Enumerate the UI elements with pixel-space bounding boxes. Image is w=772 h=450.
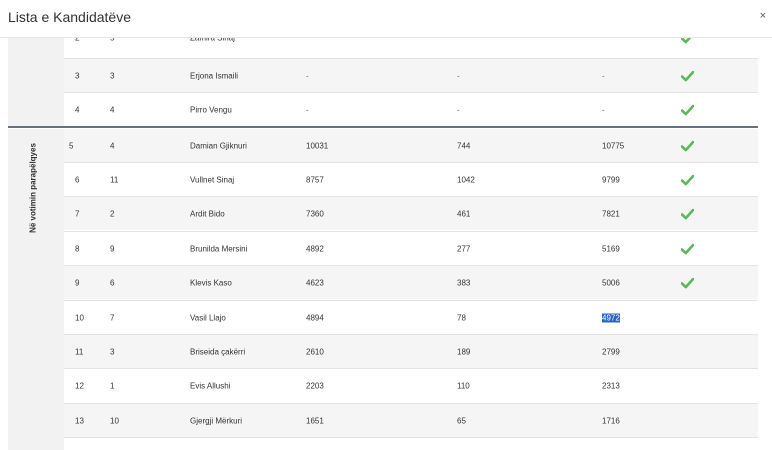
votes-other: 461	[457, 209, 471, 218]
table-row: 2 5 Zamira Sinaj	[64, 38, 758, 55]
group-panel-top	[8, 38, 64, 127]
votes-other: -	[457, 105, 460, 114]
votes-total: 5006	[602, 278, 620, 287]
row-number: 8	[75, 244, 80, 253]
table-row: 6 11 Vullnet Sinaj 8757 1042 9799	[64, 162, 758, 196]
preferential-vote-label: Në votimin parapëlqyes	[27, 138, 39, 238]
candidate-name: Brunilda Mersini	[190, 244, 248, 253]
votes-preferential: 4892	[306, 244, 324, 253]
row-number: 4	[75, 105, 80, 114]
table-row: 145Endri Huseni1529961625	[64, 437, 758, 450]
checkmark-icon	[681, 140, 694, 152]
table-row: 7 2 Ardit Bido 7360 461 7821	[64, 196, 758, 230]
table-row: 12 1 Evis Allushi 2203 110 2313	[64, 368, 758, 402]
modal-title: Lista e Kandidatëve	[8, 9, 131, 25]
candidate-name: Damian Gjiknuri	[190, 141, 247, 151]
checkmark-icon	[681, 277, 694, 288]
votes-preferential: -	[306, 71, 309, 80]
table-row: 4 4 Pirro Vengu - - -	[64, 92, 758, 126]
votes-preferential: 1651	[306, 416, 324, 425]
votes-preferential: 7360	[306, 209, 324, 218]
votes-preferential: 2610	[306, 347, 324, 356]
table-row: 5 4 Damian Gjiknuri 10031 744 10775	[64, 129, 758, 163]
list-number: 1	[110, 381, 115, 390]
votes-preferential: 8757	[306, 175, 324, 184]
votes-other: 78	[457, 313, 466, 322]
votes-total: 9799	[602, 175, 620, 184]
votes-other: -	[457, 71, 460, 80]
list-number: 3	[110, 71, 115, 80]
row-number: 6	[75, 175, 80, 184]
candidate-name: Zamira Sinaj	[190, 38, 235, 43]
list-number: 2	[110, 209, 115, 218]
row-number: 3	[75, 71, 80, 80]
row-number: 13	[75, 416, 84, 425]
votes-total: 2313	[602, 381, 620, 390]
preferential-vote-label-text: Në votimin parapëlqyes	[28, 143, 38, 233]
row-number: 5	[69, 141, 74, 151]
candidate-name: Gjergji Mërkuri	[190, 416, 243, 425]
checkmark-icon	[681, 208, 694, 219]
list-number: 9	[110, 244, 115, 253]
table-row: 10 7 Vasil Llajo 4894 78 4972	[64, 300, 758, 334]
votes-total: 1716	[602, 416, 620, 425]
votes-total: 7821	[602, 209, 620, 218]
modal-header: Lista e Kandidatëve ×	[0, 0, 772, 38]
list-number: 7	[110, 313, 115, 322]
candidate-name: Briseida çakërri	[190, 347, 246, 356]
checkmark-icon	[681, 104, 694, 115]
votes-total: 10775	[602, 141, 625, 151]
candidate-name: Vasil Llajo	[190, 313, 226, 322]
group-separator	[8, 126, 758, 128]
list-number: 10	[110, 416, 119, 425]
votes-preferential: 2203	[306, 381, 324, 390]
candidate-name: Erjona Ismaili	[190, 71, 239, 80]
votes-preferential: 10031	[306, 141, 329, 151]
votes-other: 383	[457, 278, 471, 287]
votes-other: 65	[457, 416, 466, 425]
list-number: 5	[110, 38, 115, 43]
votes-preferential: -	[306, 105, 309, 114]
table-row: 3 3 Erjona Ismaili - - -	[64, 58, 758, 92]
list-number: 6	[110, 278, 115, 287]
list-number: 11	[110, 175, 119, 184]
checkmark-icon	[681, 38, 694, 44]
list-number: 4	[110, 105, 115, 114]
table-row: 11 3 Briseida çakërri 2610 189 2799	[64, 334, 758, 368]
votes-other: 110	[457, 381, 470, 390]
row-number: 2	[75, 38, 80, 43]
votes-total: 2799	[602, 347, 620, 356]
close-button[interactable]: ×	[760, 10, 766, 22]
votes-other: 277	[457, 244, 471, 253]
votes-other: 1042	[457, 175, 475, 184]
table-row: 9 6 Klevis Kaso 4623 383 5006	[64, 265, 758, 299]
row-number: 11	[75, 347, 84, 356]
votes-other: 189	[457, 347, 471, 356]
votes-preferential: 4623	[306, 278, 324, 287]
row-number: 12	[75, 381, 84, 390]
votes-total: -	[602, 105, 605, 114]
votes-total: 4972	[602, 313, 620, 322]
candidate-name: Evis Allushi	[190, 381, 231, 390]
row-number: 7	[75, 209, 80, 218]
list-number: 3	[110, 347, 115, 356]
candidate-name: Ardit Bido	[190, 209, 225, 218]
candidate-name: Pirro Vengu	[190, 105, 232, 114]
modal-body[interactable]: Në votimin parapëlqyes 2 5 Zamira Sinaj 3 3 E…	[0, 38, 772, 450]
row-number: 9	[75, 278, 80, 287]
candidate-name: Klevis Kaso	[190, 278, 232, 287]
candidate-name: Vullnet Sinaj	[190, 175, 235, 184]
votes-preferential: 4894	[306, 313, 324, 322]
checkmark-icon	[681, 174, 694, 185]
table-row: 8 9 Brunilda Mersini 4892 277 5169	[64, 231, 758, 265]
votes-total: 5169	[602, 244, 620, 253]
votes-other: 744	[457, 141, 471, 151]
row-number: 10	[75, 313, 84, 322]
table-row: 13 10 Gjergji Mërkuri 1651 65 1716	[64, 403, 758, 437]
candidate-list-modal: Lista e Kandidatëve × Në votimin parapël…	[0, 0, 772, 450]
checkmark-icon	[681, 243, 694, 254]
list-number: 4	[110, 141, 115, 151]
votes-total: -	[602, 71, 605, 80]
checkmark-icon	[681, 70, 694, 81]
